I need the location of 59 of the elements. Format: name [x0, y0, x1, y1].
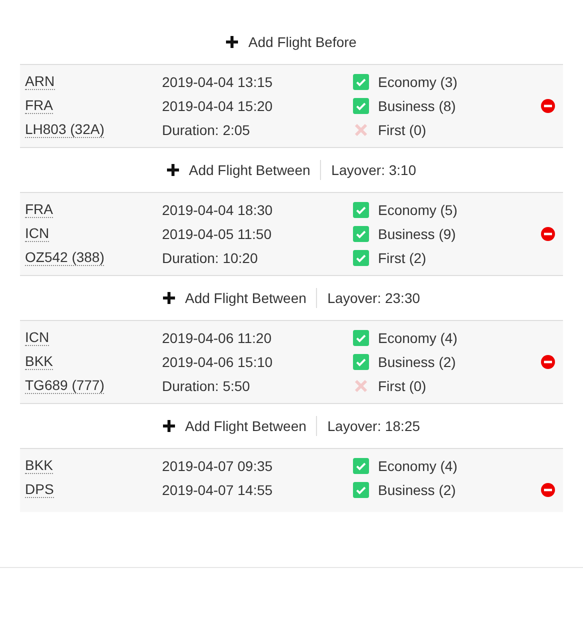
remove-icon[interactable]	[541, 355, 555, 369]
plus-icon	[162, 420, 175, 432]
class-label: First (0)	[378, 378, 426, 394]
checkbox[interactable]	[353, 250, 369, 266]
flight-time: 2019-04-07 14:55	[162, 482, 273, 498]
flight-time: 2019-04-04 18:30	[162, 202, 273, 218]
class-label: Economy (5)	[378, 202, 458, 218]
flight-time: Duration: 5:50	[162, 378, 250, 394]
layover-text: Layover: 18:25	[327, 418, 420, 434]
checkbox[interactable]	[353, 482, 369, 498]
checkbox[interactable]	[353, 74, 369, 90]
airport-code: FRA	[25, 98, 53, 114]
cross-icon[interactable]	[353, 378, 369, 394]
checkbox[interactable]	[353, 354, 369, 370]
airport-code: TG689 (777)	[25, 378, 104, 394]
class-label: Economy (3)	[378, 74, 458, 90]
flight-time: Duration: 2:05	[162, 122, 250, 138]
class-label: Business (2)	[378, 482, 456, 498]
flight-time: Duration: 10:20	[162, 250, 258, 266]
class-label: Business (9)	[378, 226, 456, 242]
class-label: First (2)	[378, 250, 426, 266]
flight-time: 2019-04-05 11:50	[162, 226, 272, 242]
add-flight-between-button[interactable]: Add Flight Between	[162, 418, 306, 434]
flight-time: 2019-04-04 13:15	[162, 74, 273, 90]
airport-code: OZ542 (388)	[25, 250, 104, 266]
flight-time: 2019-04-04 15:20	[162, 98, 273, 114]
class-label: Business (2)	[378, 354, 456, 370]
checkbox[interactable]	[353, 458, 369, 474]
flight-time: 2019-04-07 09:35	[162, 458, 273, 474]
plus-icon	[226, 36, 238, 48]
layover-text: Layover: 23:30	[327, 290, 420, 306]
airport-code: ICN	[25, 330, 50, 346]
class-label: Economy (4)	[378, 458, 458, 474]
class-label: Business (8)	[378, 98, 456, 114]
checkbox[interactable]	[353, 202, 369, 218]
flight-time: 2019-04-06 15:10	[162, 354, 273, 370]
plus-icon	[166, 164, 179, 176]
flight-time: 2019-04-06 11:20	[162, 330, 272, 346]
class-label: First (0)	[378, 122, 426, 138]
remove-icon[interactable]	[541, 99, 555, 113]
add-flight-before-button[interactable]: Add Flight Before	[226, 34, 357, 50]
add-flight-between-button[interactable]: Add Flight Between	[166, 162, 310, 178]
airport-code: LH803 (32A)	[25, 122, 104, 138]
class-label: Economy (4)	[378, 330, 458, 346]
add-flight-between-button[interactable]: Add Flight Between	[162, 290, 306, 306]
airport-code: ICN	[25, 226, 50, 242]
layover-text: Layover: 3:10	[331, 162, 416, 178]
airport-code: BKK	[25, 458, 54, 474]
remove-icon[interactable]	[541, 483, 555, 497]
airport-code: BKK	[25, 354, 54, 370]
cross-icon[interactable]	[353, 122, 369, 138]
plus-icon	[162, 292, 175, 304]
airport-code: DPS	[25, 482, 54, 498]
checkbox[interactable]	[353, 330, 369, 346]
checkbox[interactable]	[353, 98, 369, 114]
remove-icon[interactable]	[541, 227, 555, 241]
airport-code: ARN	[25, 74, 55, 90]
checkbox[interactable]	[353, 226, 369, 242]
airport-code: FRA	[25, 202, 53, 218]
